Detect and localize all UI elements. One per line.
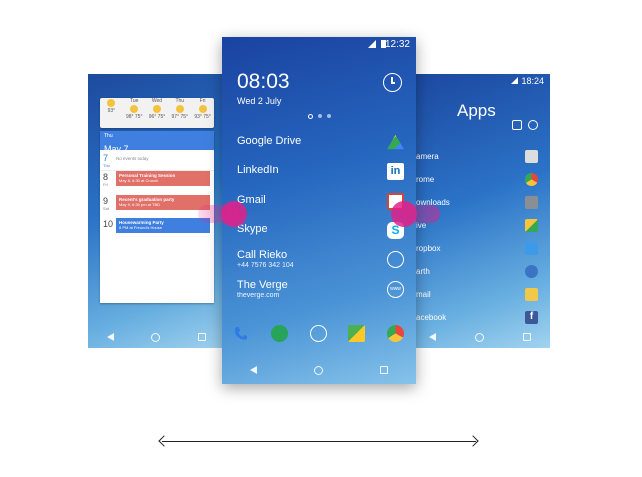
weather-day: Tue 98° 75° xyxy=(125,98,143,120)
nav-bar xyxy=(88,326,225,348)
status-bar xyxy=(88,74,225,88)
page-dot xyxy=(327,114,331,118)
arrow-left-icon xyxy=(158,435,170,447)
back-icon[interactable] xyxy=(429,333,437,341)
app-item[interactable]: rome xyxy=(410,173,550,189)
sun-icon xyxy=(130,105,139,113)
touch-point xyxy=(221,201,247,227)
downloads-icon xyxy=(525,196,538,209)
clock-date: Wed 2 July xyxy=(237,96,282,106)
dropbox-icon xyxy=(525,242,538,255)
calendar-event[interactable]: Personal Training Session May 8, 6:30 at… xyxy=(116,171,210,186)
shortcut-linkedin[interactable]: LinkedIn in xyxy=(237,163,404,180)
nav-bar xyxy=(410,326,550,348)
calendar-event[interactable]: Recent's graduation party May 9, 6:30 pm… xyxy=(116,195,210,210)
status-bar: 18:24 xyxy=(410,74,550,88)
page-indicator xyxy=(308,114,331,119)
page-dot-active xyxy=(308,114,313,119)
chrome-icon[interactable] xyxy=(387,325,404,342)
camera-icon xyxy=(525,150,538,163)
signal-icon xyxy=(511,77,518,84)
arrow-right-icon xyxy=(467,435,479,447)
shortcut-google-drive[interactable]: Google Drive xyxy=(237,134,404,150)
weather-day: Thu 97° 75° xyxy=(171,98,189,120)
page-dot xyxy=(318,114,322,118)
clock-time: 08:03 xyxy=(237,70,290,93)
alarm-clock-icon[interactable] xyxy=(383,73,402,92)
apps-toolbar xyxy=(512,120,538,130)
nav-bar xyxy=(222,356,416,384)
app-item[interactable]: acebook f xyxy=(410,311,550,327)
status-time: 12:32 xyxy=(384,39,410,50)
www-icon: www xyxy=(387,281,404,298)
app-item[interactable]: arth xyxy=(410,265,550,281)
home-icon[interactable] xyxy=(474,332,484,342)
facebook-icon: f xyxy=(525,311,538,324)
chrome-icon xyxy=(525,173,538,186)
drive-icon xyxy=(525,219,538,232)
apps-title: Apps xyxy=(457,101,496,120)
calendar-event[interactable]: Housewarming Party 8 PM at Freund's Hous… xyxy=(116,218,210,233)
center-phone-screen: 12:32 08:03 Wed 2 July Google Drive Link… xyxy=(222,37,416,384)
weather-day: Wed 96° 75° xyxy=(148,98,166,120)
email-icon xyxy=(525,288,538,301)
maps-icon[interactable] xyxy=(348,325,366,342)
home-icon[interactable] xyxy=(151,332,161,342)
home-icon[interactable] xyxy=(313,365,323,375)
sun-icon xyxy=(198,105,207,113)
sun-icon xyxy=(107,99,116,107)
calendar-day: 7 Thu No events today xyxy=(100,153,214,171)
touch-point xyxy=(391,201,417,227)
calendar-widget[interactable]: Thu May 7 7 Thu No events today 8 Fri Pe… xyxy=(100,131,214,303)
back-icon[interactable] xyxy=(250,366,258,374)
contact-icon xyxy=(387,251,404,268)
app-item[interactable]: amera xyxy=(410,150,550,166)
gear-icon[interactable] xyxy=(528,120,538,130)
weather-widget[interactable]: 93° Tue 98° 75° Wed 96° 75° Thu 97° 75° Fri… xyxy=(100,98,214,128)
weather-day: Fri 93° 75° xyxy=(194,98,211,120)
status-time: 18:24 xyxy=(521,76,544,86)
app-item[interactable]: mail xyxy=(410,288,550,304)
recents-icon[interactable] xyxy=(379,366,388,374)
shortcut-gmail[interactable]: Gmail xyxy=(237,193,404,210)
back-icon[interactable] xyxy=(106,333,114,341)
phone-icon[interactable] xyxy=(232,325,249,342)
sun-icon xyxy=(175,105,184,113)
swipe-arrow-line xyxy=(162,441,476,442)
shortcut-skype[interactable]: Skype S xyxy=(237,222,404,239)
app-item[interactable]: ropbox xyxy=(410,242,550,258)
linkedin-icon: in xyxy=(387,163,404,180)
earth-icon xyxy=(525,265,538,278)
shortcut-call-rieko[interactable]: Call Rieko +44 7576 342 104 xyxy=(237,249,404,269)
hangouts-icon[interactable] xyxy=(270,325,288,342)
app-drawer-icon[interactable] xyxy=(309,325,327,342)
shortcut-the-verge[interactable]: The Verge theverge.com www xyxy=(237,279,404,299)
status-bar: 12:32 xyxy=(222,37,416,51)
recents-icon[interactable] xyxy=(198,333,207,341)
store-icon[interactable] xyxy=(512,120,522,130)
signal-icon xyxy=(368,40,376,48)
dock xyxy=(232,325,404,342)
sun-icon xyxy=(152,105,161,113)
recents-icon[interactable] xyxy=(522,333,531,341)
weather-day: 93° xyxy=(100,98,123,128)
calendar-header: Thu May 7 xyxy=(100,131,214,154)
